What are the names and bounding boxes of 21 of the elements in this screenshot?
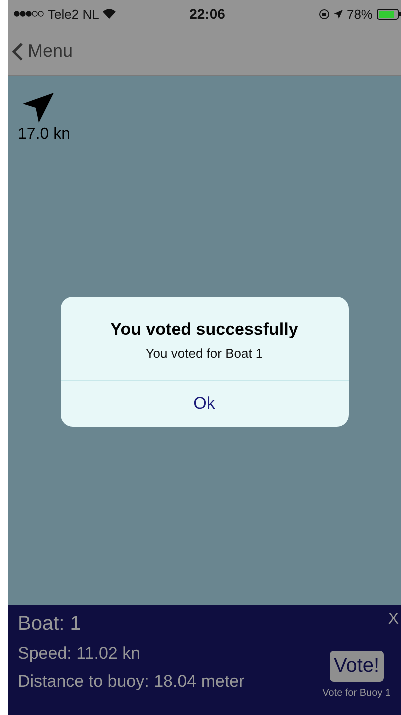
dialog-message: You voted for Boat 1 (146, 346, 264, 361)
boat-label: Boat: 1 (18, 613, 82, 636)
back-button[interactable]: Menu (12, 41, 74, 62)
chevron-left-icon (12, 42, 24, 62)
signal-icon (14, 11, 44, 17)
speed-reading: Speed: 11.02 kn (18, 644, 142, 664)
battery-percent: 78% (346, 6, 373, 22)
speed-label: 17.0 kn (18, 126, 70, 144)
battery-icon (377, 8, 401, 20)
navigation-arrow-icon (22, 92, 56, 124)
wifi-icon (103, 9, 116, 19)
distance-reading: Distance to buoy: 18.04 meter (18, 672, 245, 692)
location-arrow-icon (334, 10, 343, 18)
dialog-title: You voted successfully (110, 320, 298, 340)
clock-time: 22:06 (190, 6, 226, 22)
carrier-name: Tele2 NL (48, 6, 100, 22)
rotation-lock-icon (318, 8, 330, 20)
vote-caption: Vote for Buoy 1 (322, 688, 391, 699)
vote-button[interactable]: Vote! (330, 651, 384, 682)
close-button[interactable]: X (388, 611, 399, 629)
ok-button[interactable]: Ok (60, 380, 348, 427)
